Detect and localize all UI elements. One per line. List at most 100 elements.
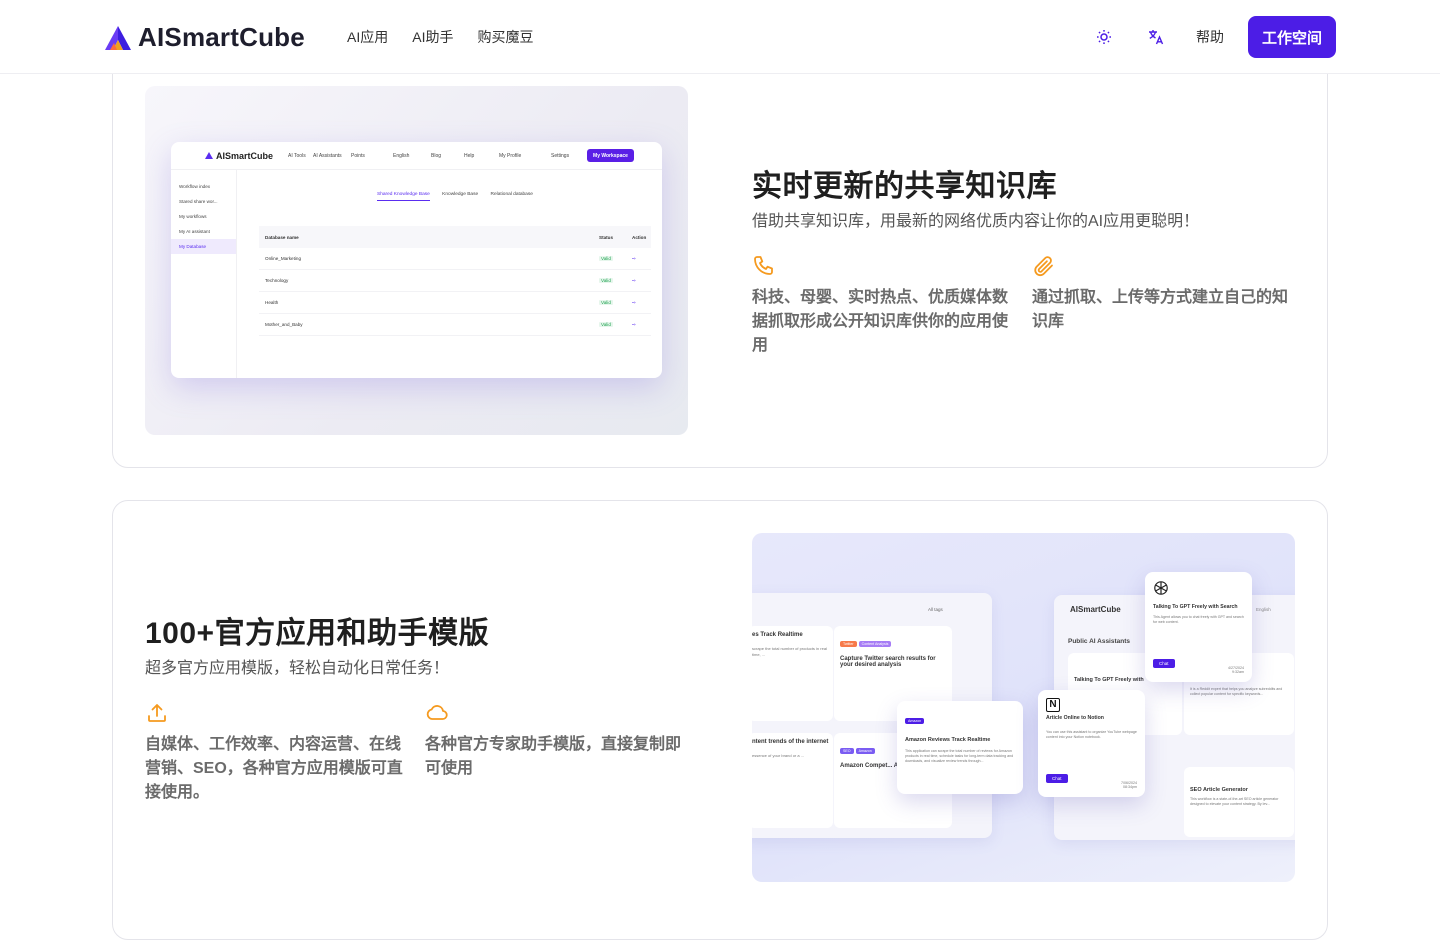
openai-icon: [1154, 581, 1168, 595]
mock-table-row: Technology Valid ⇨: [259, 270, 651, 292]
mock-tag: Amazon: [905, 718, 925, 724]
mock-chat-button: Chat: [1153, 659, 1175, 668]
mock-workspace-button: My Workspace: [587, 149, 634, 162]
mock-table-row: Online_Marketing Valid ⇨: [259, 248, 651, 270]
mock-action-icon: ⇨: [632, 321, 636, 327]
mock-nav-item: English: [393, 153, 410, 159]
mock-card-title: Capture Twitter search results for your …: [840, 656, 936, 668]
mock-table-row: Mother_and_Baby Valid ⇨: [259, 314, 651, 336]
cloud-icon: [426, 705, 448, 720]
mock-card-title: ntent trends of the internet: [752, 739, 829, 745]
mock-sidebar-item: Workflow index: [179, 184, 211, 189]
mock-col-name: Database name: [265, 234, 299, 240]
mock-sidebar-item-active: My Database: [171, 239, 236, 254]
mock-tag: Content Analysis: [858, 641, 892, 647]
mock-nav-item: Settings: [551, 153, 570, 159]
mock-template-card: ntent trends of the internet essence of …: [752, 733, 833, 828]
mock-col-status: Status: [599, 234, 614, 240]
theme-toggle-button[interactable]: [1092, 25, 1116, 49]
mock-template-card: es Track Realtime scrape the total numbe…: [752, 626, 833, 721]
mock-table-row: Health Valid ⇨: [259, 292, 651, 314]
mock-col-action: Action: [632, 234, 647, 240]
mock-card-title: es Track Realtime: [752, 632, 803, 638]
knowledge-base-subtitle: 借助共享知识库，用最新的网络优质内容让你的AI应用更聪明！: [752, 213, 1200, 230]
knowledge-base-title: 实时更新的共享知识库: [752, 170, 1057, 203]
feature-text: 自媒体、工作效率、内容运营、在线营销、SEO，各种官方应用模版可直接使用。: [145, 736, 403, 801]
translate-icon: [1149, 30, 1164, 45]
mock-action-icon: ⇨: [632, 299, 636, 305]
mock-sidebar-item: My workflows: [179, 214, 207, 219]
templates-title: 100+官方应用和助手模版: [145, 617, 490, 650]
mock-time: 08:34pm: [1123, 785, 1137, 789]
mock-action-icon: ⇨: [632, 277, 636, 283]
mock-nav-item: My Profile: [499, 153, 522, 159]
mock-tag: Amazon: [855, 748, 875, 754]
nav-ai-apps[interactable]: AI应用: [347, 27, 388, 47]
mock-tab: Relational database: [490, 192, 533, 197]
knowledge-base-section: AISmartCube AI Tools AI Assistants Point…: [112, 40, 1328, 468]
mock-card-title: Amazon Reviews Track Realtime: [905, 737, 991, 743]
mock-tag: SEO: [840, 748, 854, 754]
mock-database-table: Database name Status Action Online_Marke…: [259, 226, 651, 336]
mock-db-name: Technology: [265, 278, 289, 283]
mock-amazon-card: Amazon Amazon Reviews Track Realtime Thi…: [897, 701, 1023, 794]
upload-icon: [148, 704, 166, 722]
mock-db-status: Valid: [599, 256, 613, 261]
phone-icon: [754, 256, 773, 275]
mock-card-title: Talking To GPT Freely with Search: [1153, 604, 1238, 610]
mock-table-header: Database name Status Action: [259, 226, 651, 248]
mock-db-status: Valid: [599, 300, 613, 305]
brand-name: AISmartCube: [138, 22, 305, 52]
cube-logo-icon: [105, 25, 131, 50]
mock-app-window: AISmartCube AI Tools AI Assistants Point…: [171, 142, 662, 378]
nav-ai-assistants[interactable]: AI助手: [412, 27, 453, 47]
knowledge-base-screenshot: AISmartCube AI Tools AI Assistants Point…: [145, 86, 688, 435]
mock-brand: AISmartCube: [1070, 605, 1121, 614]
mock-card-body: scrape the total number of products in r…: [752, 646, 827, 657]
mock-nav-item: AI Assistants: [313, 153, 342, 159]
notion-icon: N: [1046, 698, 1060, 712]
paperclip-icon: [1034, 256, 1053, 277]
mock-db-name: Mother_and_Baby: [265, 322, 303, 327]
mock-db-status: Valid: [599, 278, 613, 283]
language-button[interactable]: [1144, 25, 1168, 49]
mock-gpt-card: Talking To GPT Freely with Search This A…: [1145, 572, 1252, 682]
mock-chat-button: Chat: [1046, 774, 1068, 783]
header-actions: 帮助 工作空间: [1092, 16, 1336, 58]
sun-icon: [1097, 30, 1111, 44]
mock-nav-item: AI Tools: [288, 153, 306, 159]
mock-db-status: Valid: [599, 322, 613, 327]
mock-card-body: It is a Reddit expert that helps you ana…: [1190, 687, 1283, 697]
mock-time: 9:32am: [1232, 670, 1244, 674]
mock-card-title: SEO Article Generator: [1190, 787, 1248, 793]
mock-card-body: This workflow is a state-of-the-art SEO …: [1190, 797, 1279, 807]
mock-assistant-card: SEO Article Generator This workflow is a…: [1184, 767, 1294, 837]
mock-nav-item: Help: [464, 153, 475, 159]
mock-tab-active: Shared Knowledge Base: [377, 192, 430, 201]
templates-screenshot: All tags es Track Realtime scrape the to…: [752, 533, 1295, 882]
feature-text: 各种官方专家助手模版，直接复制即可使用: [425, 736, 682, 777]
brand-logo[interactable]: AISmartCube: [104, 22, 305, 53]
feature-text: 科技、母婴、实时热点、优质媒体数据抓取形成公开知识库供你的应用使用: [752, 289, 1009, 354]
mock-lang: English: [1256, 607, 1271, 612]
mock-sidebar: Workflow index Stared share wor... My wo…: [171, 170, 237, 378]
templates-section: 100+官方应用和助手模版 超多官方应用模版，轻松自动化日常任务！ 自媒体、工作…: [112, 500, 1328, 940]
mock-tabs: Shared Knowledge Base Knowledge Base Rel…: [377, 192, 544, 201]
nav-buy-beans[interactable]: 购买魔豆: [477, 27, 533, 47]
mock-card-body: essence of your brand or a ...: [752, 753, 805, 758]
mock-nav-item: Points: [351, 153, 365, 159]
mock-notion-card: N Article Online to Notion You can use t…: [1038, 690, 1145, 797]
mock-sidebar-item: Stared share wor...: [179, 199, 218, 204]
mock-brand: AISmartCube: [205, 151, 273, 161]
workspace-button[interactable]: 工作空间: [1248, 16, 1336, 58]
help-link[interactable]: 帮助: [1196, 27, 1224, 47]
mock-topbar: AISmartCube AI Tools AI Assistants Point…: [171, 142, 662, 170]
mock-all-tags: All tags: [928, 607, 943, 612]
mock-card-title: Article Online to Notion: [1046, 715, 1104, 721]
mock-db-name: Online_Marketing: [265, 256, 302, 261]
mock-tag: Twitter: [840, 641, 857, 647]
feature-text: 通过抓取、上传等方式建立自己的知识库: [1032, 289, 1289, 330]
mock-card-body: You can use this assistant to organize Y…: [1046, 730, 1137, 740]
top-navbar: AISmartCube AI应用 AI助手 购买魔豆 帮助 工作空间: [0, 0, 1440, 74]
mock-public-heading: Public AI Assistants: [1068, 638, 1131, 645]
